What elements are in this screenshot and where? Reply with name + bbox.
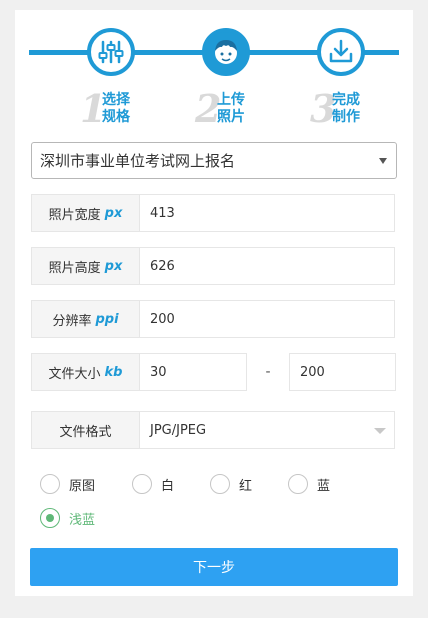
caret-down-icon — [374, 428, 386, 434]
label-text: 照片高度 — [48, 260, 101, 276]
step-label: 上传照片 — [217, 92, 245, 125]
step-complete: 3 完成制作 — [274, 24, 394, 134]
photo-height-row: 照片高度 px 626 — [31, 247, 395, 285]
filesize-label: 文件大小 kb — [31, 353, 140, 391]
step-select-spec: 1 选择规格 — [44, 24, 164, 134]
exam-select-value: 深圳市事业单位考试网上报名 — [40, 152, 236, 170]
step-upload-photo: 2 上传照片 — [159, 24, 279, 134]
bg-radio-blue[interactable]: 蓝 — [288, 474, 330, 494]
exam-select[interactable]: 深圳市事业单位考试网上报名 — [31, 142, 397, 179]
next-step-button[interactable]: 下一步 — [30, 548, 398, 586]
bg-radio-white[interactable]: 白 — [132, 474, 174, 494]
radio-circle-icon — [132, 474, 152, 494]
radio-label: 白 — [161, 478, 175, 494]
filesize-max-input[interactable]: 200 — [289, 353, 396, 391]
label-text: 分辨率 — [52, 313, 92, 329]
sliders-icon — [87, 28, 135, 76]
radio-label: 浅蓝 — [69, 512, 96, 528]
photo-width-label: 照片宽度 px — [31, 194, 140, 232]
radio-circle-icon — [210, 474, 230, 494]
bg-radio-light-blue[interactable]: 浅蓝 — [40, 508, 95, 528]
resolution-label: 分辨率 ppi — [31, 300, 140, 338]
format-row: 文件格式 JPG/JPEG — [31, 411, 395, 449]
filesize-min-input[interactable]: 30 — [140, 353, 247, 391]
avatar-icon — [202, 28, 250, 76]
format-label: 文件格式 — [31, 411, 140, 449]
resolution-row: 分辨率 ppi 200 — [31, 300, 395, 338]
radio-label: 红 — [239, 478, 253, 494]
radio-circle-icon — [288, 474, 308, 494]
step-label: 完成制作 — [332, 92, 360, 125]
unit-text: px — [104, 205, 123, 221]
filesize-row: 文件大小 kb 30 - 200 — [31, 353, 396, 391]
bg-radio-original[interactable]: 原图 — [40, 474, 95, 494]
download-icon — [317, 28, 365, 76]
radio-checked-icon — [40, 508, 60, 528]
resolution-input[interactable]: 200 — [140, 300, 395, 338]
photo-height-label: 照片高度 px — [31, 247, 140, 285]
radio-circle-icon — [40, 474, 60, 494]
label-text: 文件大小 — [48, 366, 101, 382]
caret-down-icon — [379, 158, 387, 164]
unit-text: px — [104, 258, 123, 274]
unit-text: kb — [104, 364, 123, 380]
radio-label: 蓝 — [317, 478, 331, 494]
photo-height-input[interactable]: 626 — [140, 247, 395, 285]
label-text: 照片宽度 — [48, 207, 101, 223]
progress-stepper: 1 选择规格 2 上传照片 3 完成制作 — [29, 24, 399, 134]
step-label: 选择规格 — [102, 92, 130, 125]
photo-width-input[interactable]: 413 — [140, 194, 395, 232]
radio-label: 原图 — [69, 478, 96, 494]
format-select[interactable]: JPG/JPEG — [140, 411, 395, 449]
unit-text: ppi — [95, 311, 119, 327]
photo-width-row: 照片宽度 px 413 — [31, 194, 395, 232]
range-separator: - — [265, 364, 271, 380]
spec-card: 1 选择规格 2 上传照片 3 完成制作 深圳市事业单位考试网上报名 照片宽度 … — [15, 10, 413, 596]
bg-radio-red[interactable]: 红 — [210, 474, 252, 494]
